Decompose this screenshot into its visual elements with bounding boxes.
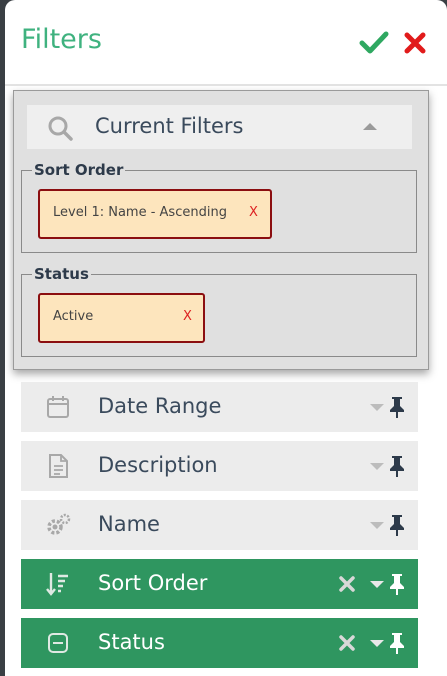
check-icon[interactable]: [359, 30, 389, 56]
pin-icon[interactable]: [387, 514, 407, 536]
clear-filter-icon[interactable]: [337, 633, 357, 653]
status-group: Status Active X: [21, 265, 417, 357]
chevron-down-icon[interactable]: [370, 640, 384, 647]
pin-icon[interactable]: [387, 573, 407, 595]
filter-row-status[interactable]: Status: [21, 618, 418, 668]
status-chip-text: Active: [53, 309, 94, 324]
filter-row-date-range[interactable]: Date Range: [21, 382, 418, 432]
chevron-up-icon[interactable]: [363, 123, 377, 130]
sort-icon: [46, 573, 68, 596]
chevron-down-icon[interactable]: [370, 581, 384, 588]
filters-header: Filters: [5, 0, 447, 86]
pin-icon[interactable]: [387, 632, 407, 654]
pin-icon[interactable]: [387, 396, 407, 418]
chevron-down-icon[interactable]: [370, 463, 384, 470]
sort-order-chip: Level 1: Name - Ascending X: [38, 189, 272, 239]
filter-row-name[interactable]: Name: [21, 500, 418, 550]
pin-icon[interactable]: [387, 455, 407, 477]
page-title: Filters: [21, 24, 102, 55]
search-icon: [48, 116, 73, 141]
chevron-down-icon[interactable]: [370, 522, 384, 529]
remove-status-button[interactable]: X: [183, 309, 192, 324]
minus-square-icon: [48, 633, 68, 653]
document-icon: [49, 454, 68, 478]
current-filters-dropdown: Current Filters Sort Order Level 1: Name…: [13, 90, 429, 370]
current-filters-header[interactable]: Current Filters: [27, 105, 412, 149]
gears-icon: [47, 513, 71, 535]
remove-sort-order-button[interactable]: X: [249, 205, 258, 220]
close-icon[interactable]: [403, 31, 427, 55]
filter-row-label: Description: [98, 453, 218, 477]
filter-row-label: Status: [98, 630, 165, 654]
filter-row-label: Name: [98, 512, 160, 536]
filter-row-label: Date Range: [98, 394, 222, 418]
filter-row-label: Sort Order: [98, 571, 208, 595]
filter-row-sort-order[interactable]: Sort Order: [21, 559, 418, 609]
status-legend: Status: [34, 265, 89, 283]
sort-order-chip-text: Level 1: Name - Ascending: [53, 205, 227, 220]
chevron-down-icon[interactable]: [370, 404, 384, 411]
clear-filter-icon[interactable]: [337, 574, 357, 594]
filter-row-description[interactable]: Description: [21, 441, 418, 491]
current-filters-label: Current Filters: [95, 114, 244, 138]
sort-order-group: Sort Order Level 1: Name - Ascending X: [21, 161, 417, 253]
filters-panel: Filters Current Filters Sort Order Level…: [5, 0, 447, 676]
sort-order-legend: Sort Order: [34, 161, 124, 179]
calendar-icon: [47, 396, 69, 418]
status-chip: Active X: [38, 293, 205, 343]
